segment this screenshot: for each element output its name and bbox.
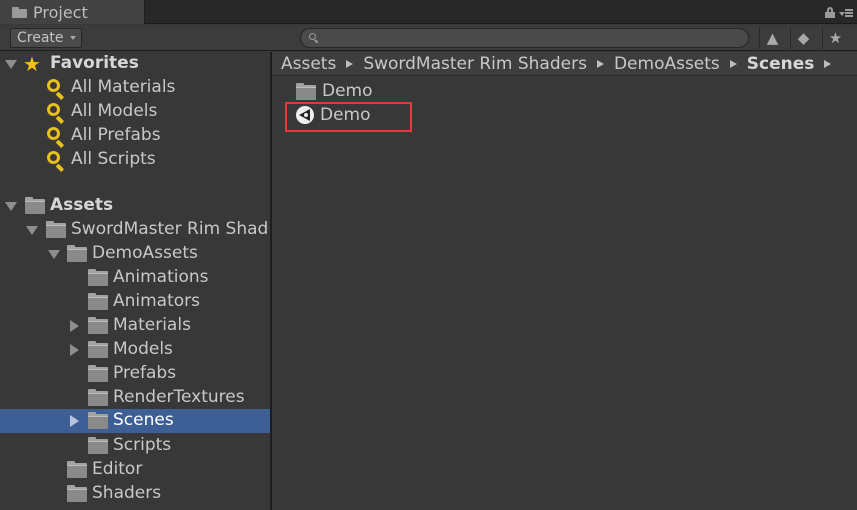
filter-by-type-icon: ▲ bbox=[766, 28, 779, 47]
tree-item-label: Models bbox=[113, 339, 173, 359]
chevron-right-icon bbox=[596, 59, 604, 68]
tab-project-label: Project bbox=[33, 2, 88, 22]
tree-item[interactable]: Shaders bbox=[0, 482, 270, 506]
breadcrumb-item[interactable]: DemoAssets bbox=[614, 54, 720, 74]
search-filter-icon bbox=[46, 79, 66, 101]
tree-item-label: Materials bbox=[113, 315, 191, 335]
search-filter-icon bbox=[46, 151, 66, 173]
chevron-right-icon bbox=[729, 59, 737, 68]
tree-item[interactable]: RenderTextures bbox=[0, 386, 270, 410]
chevron-down-icon[interactable] bbox=[26, 226, 38, 235]
search-input[interactable] bbox=[325, 30, 735, 46]
favorite-item-label: All Materials bbox=[71, 77, 176, 97]
search-filter-icon bbox=[46, 103, 66, 125]
filter-by-type-button[interactable]: ▲ bbox=[759, 27, 785, 49]
folder-icon bbox=[88, 412, 108, 429]
tree-item-label: Scripts bbox=[113, 435, 172, 455]
folder-icon bbox=[67, 461, 87, 478]
chevron-right-icon[interactable] bbox=[70, 344, 79, 356]
favorite-item[interactable]: All Scripts bbox=[0, 148, 270, 173]
tree-item[interactable]: Editor bbox=[0, 458, 270, 482]
create-button-label: Create bbox=[17, 30, 64, 46]
folder-icon bbox=[88, 269, 108, 286]
assets-label: Assets bbox=[50, 195, 114, 215]
chevron-down-icon[interactable] bbox=[5, 202, 17, 211]
asset-content-panel: Assets SwordMaster Rim Shaders DemoAsset… bbox=[272, 52, 857, 510]
favorite-item[interactable]: All Materials bbox=[0, 76, 270, 101]
breadcrumb-current[interactable]: Scenes bbox=[747, 54, 815, 74]
favorite-item-label: All Scripts bbox=[71, 149, 156, 169]
folder-icon bbox=[12, 6, 27, 18]
folder-tree-panel: ★ Favorites All Materials All Models All… bbox=[0, 52, 270, 510]
folder-icon bbox=[88, 317, 108, 334]
favorite-star-icon: ★ bbox=[828, 28, 843, 47]
saved-search-button[interactable]: ★ bbox=[822, 27, 848, 49]
filter-by-label-button[interactable]: ◆ bbox=[790, 27, 816, 49]
tree-item-label: DemoAssets bbox=[92, 243, 198, 263]
tree-item[interactable]: Materials bbox=[0, 314, 270, 338]
tree-item-label: SwordMaster Rim Shad bbox=[71, 219, 269, 239]
assets-header[interactable]: Assets bbox=[0, 194, 270, 218]
window-controls bbox=[825, 6, 853, 18]
folder-icon bbox=[88, 341, 108, 358]
tree-item[interactable]: Animators bbox=[0, 290, 270, 314]
tree-item-label: RenderTextures bbox=[113, 387, 245, 407]
chevron-right-icon bbox=[824, 59, 832, 68]
breadcrumb-item[interactable]: SwordMaster Rim Shaders bbox=[363, 54, 587, 74]
favorites-label: Favorites bbox=[50, 53, 139, 73]
search-icon bbox=[309, 33, 319, 44]
favorite-item-label: All Prefabs bbox=[71, 125, 161, 145]
tree-item[interactable]: Animations bbox=[0, 266, 270, 290]
folder-icon bbox=[88, 365, 108, 382]
breadcrumb-item[interactable]: Assets bbox=[281, 54, 336, 74]
highlight-annotation-box bbox=[285, 102, 412, 132]
create-button[interactable]: Create bbox=[10, 28, 82, 48]
tree-item[interactable]: Models bbox=[0, 338, 270, 362]
tab-bar: Project bbox=[0, 0, 857, 24]
project-toolbar: Create ▲ ◆ ★ bbox=[0, 25, 857, 51]
chevron-down-icon bbox=[69, 36, 76, 40]
tree-item-label: Editor bbox=[92, 459, 143, 479]
favorites-header[interactable]: ★ Favorites bbox=[0, 52, 270, 76]
favorite-item[interactable]: All Models bbox=[0, 100, 270, 125]
chevron-right-icon bbox=[346, 59, 354, 68]
window-menu-icon[interactable] bbox=[839, 6, 853, 18]
asset-item-label: Demo bbox=[322, 81, 373, 101]
favorite-item[interactable]: All Prefabs bbox=[0, 124, 270, 149]
folder-icon bbox=[67, 485, 87, 502]
folder-icon bbox=[46, 221, 66, 238]
folder-icon bbox=[67, 245, 87, 262]
tree-item[interactable]: SwordMaster Rim Shad bbox=[0, 218, 270, 242]
tree-item-selected[interactable]: Scenes bbox=[0, 409, 270, 433]
folder-icon bbox=[88, 437, 108, 454]
lock-icon[interactable] bbox=[825, 6, 835, 18]
chevron-right-icon[interactable] bbox=[70, 415, 79, 427]
folder-icon bbox=[296, 82, 316, 100]
folder-icon bbox=[88, 293, 108, 310]
tree-item[interactable]: Scripts bbox=[0, 434, 270, 458]
filter-by-label-icon: ◆ bbox=[797, 28, 810, 47]
chevron-down-icon[interactable] bbox=[48, 250, 60, 259]
asset-item-folder[interactable]: Demo bbox=[296, 79, 373, 103]
breadcrumb: Assets SwordMaster Rim Shaders DemoAsset… bbox=[272, 52, 857, 76]
tab-project[interactable]: Project bbox=[0, 0, 145, 24]
tree-item-label: Animators bbox=[113, 291, 201, 311]
tree-item-label: Prefabs bbox=[113, 363, 177, 383]
chevron-right-icon[interactable] bbox=[70, 320, 79, 332]
tree-item[interactable]: Prefabs bbox=[0, 362, 270, 386]
tree-item-label: Scenes bbox=[113, 410, 174, 430]
folder-icon bbox=[88, 389, 108, 406]
tree-item[interactable]: DemoAssets bbox=[0, 242, 270, 266]
search-field[interactable] bbox=[300, 28, 749, 48]
star-icon: ★ bbox=[23, 52, 41, 76]
favorite-item-label: All Models bbox=[71, 101, 158, 121]
tree-item-label: Animations bbox=[113, 267, 209, 287]
search-filter-icon bbox=[46, 127, 66, 149]
chevron-down-icon[interactable] bbox=[5, 60, 17, 69]
tree-item-label: Shaders bbox=[92, 483, 162, 503]
folder-icon bbox=[25, 197, 45, 214]
